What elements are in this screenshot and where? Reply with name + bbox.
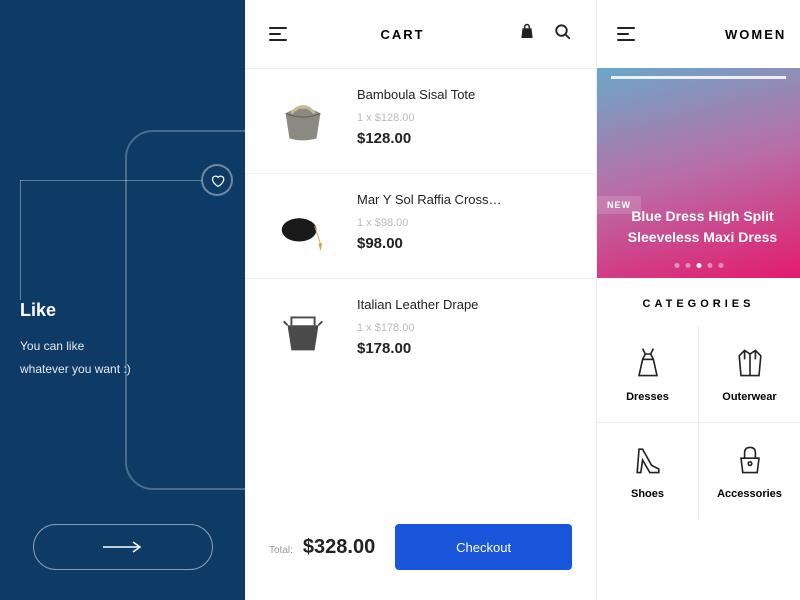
heart-icon: [201, 164, 233, 196]
category-accessories[interactable]: Accessories: [699, 423, 800, 519]
item-name: Mar Y Sol Raffia Cross…: [357, 192, 537, 207]
item-price: $98.00: [357, 235, 572, 252]
guide-line: [20, 180, 210, 181]
cart-item[interactable]: Italian Leather Drape 1 x $178.00 $178.0…: [245, 278, 596, 383]
next-button[interactable]: [33, 524, 213, 570]
shop-panel: WOMEN NEW Blue Dress High Split Sleevele…: [597, 0, 800, 600]
item-qty: 1 x $128.00: [357, 112, 572, 124]
item-qty: 1 x $98.00: [357, 217, 572, 229]
category-shoes[interactable]: Shoes: [597, 423, 698, 519]
onboarding-title: Like: [20, 300, 131, 321]
total-label: Total:: [269, 545, 293, 556]
category-label: Shoes: [631, 488, 664, 500]
search-icon[interactable]: [554, 23, 572, 46]
cart-panel: CART Bamboula Sisal Tote 1 x $128.00 $12…: [245, 0, 597, 600]
carousel-dots[interactable]: [674, 263, 723, 268]
item-qty: 1 x $178.00: [357, 322, 572, 334]
cart-item[interactable]: Mar Y Sol Raffia Cross… 1 x $98.00 $98.0…: [245, 173, 596, 278]
product-image: [269, 297, 337, 365]
hero-divider: [611, 76, 786, 79]
item-price: $128.00: [357, 130, 572, 147]
item-name: Italian Leather Drape: [357, 297, 537, 312]
cart-item[interactable]: Bamboula Sisal Tote 1 x $128.00 $128.00: [245, 68, 596, 173]
product-image: [269, 87, 337, 155]
hero-title: Blue Dress High Split Sleeveless Maxi Dr…: [609, 206, 796, 248]
checkout-button[interactable]: Checkout: [395, 524, 572, 570]
item-name: Bamboula Sisal Tote: [357, 87, 537, 102]
page-title: CART: [380, 27, 424, 42]
onboarding-panel: Like You can like whatever you want :): [0, 0, 245, 600]
category-outerwear[interactable]: Outerwear: [699, 326, 800, 422]
guide-line: [20, 180, 21, 300]
item-price: $178.00: [357, 340, 572, 357]
category-label: Outerwear: [722, 391, 776, 403]
category-label: Accessories: [717, 488, 782, 500]
hero-banner[interactable]: NEW Blue Dress High Split Sleeveless Max…: [597, 68, 800, 278]
product-image: [269, 192, 337, 260]
bag-icon[interactable]: [518, 23, 536, 46]
onboarding-text: You can like whatever you want :): [20, 335, 131, 381]
category-label: Dresses: [626, 391, 669, 403]
menu-icon[interactable]: [617, 27, 635, 41]
category-dresses[interactable]: Dresses: [597, 326, 698, 422]
page-title: WOMEN: [725, 27, 786, 42]
menu-icon[interactable]: [269, 27, 287, 41]
categories-heading: CATEGORIES: [597, 278, 800, 326]
total-price: $328.00: [303, 536, 375, 559]
